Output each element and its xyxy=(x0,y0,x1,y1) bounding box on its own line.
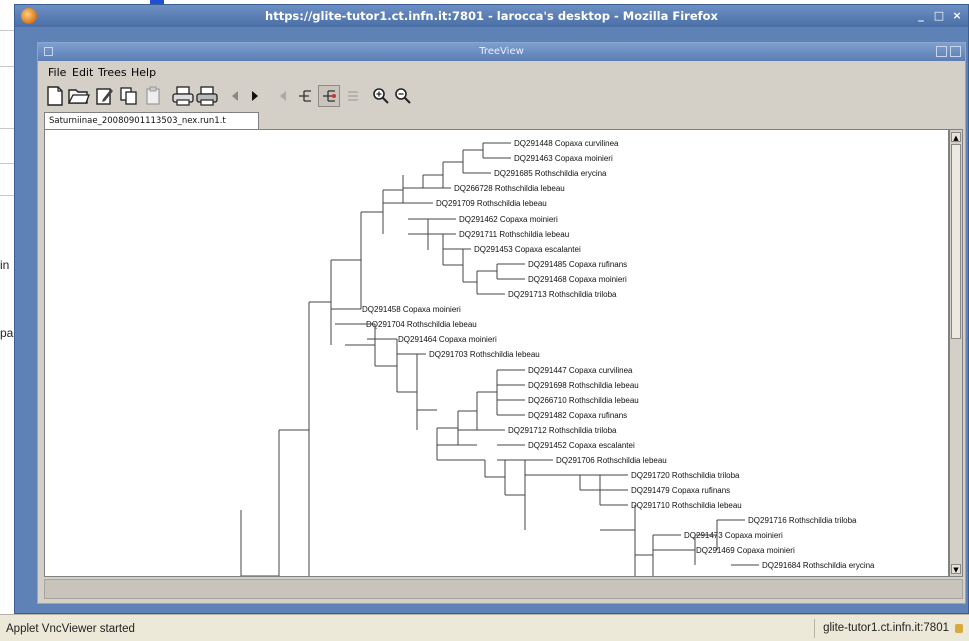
collapse-icon[interactable] xyxy=(294,85,316,107)
taxon-label[interactable]: DQ291709 Rothschildia lebeau xyxy=(436,199,547,208)
taxon-label[interactable]: DQ291685 Rothschildia erycina xyxy=(494,169,607,178)
taxon-label[interactable]: DQ291453 Copaxa escalantei xyxy=(474,245,581,254)
taxon-label[interactable]: DQ291482 Copaxa rufinans xyxy=(528,411,627,420)
background-text-fragment: in xyxy=(0,258,10,272)
copy-icon[interactable] xyxy=(118,85,140,107)
taxon-label[interactable]: DQ291698 Rothschildia lebeau xyxy=(528,381,639,390)
taxon-label[interactable]: DQ291716 Rothschildia triloba xyxy=(748,516,857,525)
edit-icon[interactable] xyxy=(94,85,116,107)
scroll-down-icon[interactable]: ▼ xyxy=(951,564,961,574)
taxon-label[interactable]: DQ291711 Rothschildia lebeau xyxy=(459,230,569,239)
close-button[interactable]: × xyxy=(950,9,964,23)
taxon-label[interactable]: DQ291485 Copaxa rufinans xyxy=(528,260,627,269)
taxon-label[interactable]: DQ291452 Copaxa escalantei xyxy=(528,441,635,450)
taxon-label[interactable]: DQ266728 Rothschildia lebeau xyxy=(454,184,565,193)
taxon-label[interactable]: DQ291684 Rothschildia erycina xyxy=(762,561,875,570)
scrollbar-thumb[interactable] xyxy=(951,144,961,339)
status-bar: Applet VncViewer started glite-tutor1.ct… xyxy=(0,614,969,641)
taxon-label[interactable]: DQ291462 Copaxa moinieri xyxy=(459,215,558,224)
paste-icon[interactable] xyxy=(142,85,164,107)
new-icon[interactable] xyxy=(44,85,66,107)
taxon-label[interactable]: DQ291706 Rothschildia lebeau xyxy=(556,456,667,465)
taxon-label[interactable]: DQ291710 Rothschildia lebeau xyxy=(631,501,742,510)
taxon-label[interactable]: DQ266710 Rothschildia lebeau xyxy=(528,396,639,405)
maximize-button[interactable]: □ xyxy=(932,9,946,23)
treeview-window: TreeView File Edit Trees Help Saturniina… xyxy=(37,42,966,604)
print-icon[interactable] xyxy=(196,85,218,107)
zoom-in-icon[interactable] xyxy=(370,85,392,107)
expand-icon[interactable] xyxy=(318,85,340,107)
back-icon[interactable] xyxy=(224,85,246,107)
taxon-label[interactable]: DQ291469 Copaxa moinieri xyxy=(696,546,795,555)
taxon-label[interactable]: DQ291468 Copaxa moinieri xyxy=(528,275,627,284)
status-host: glite-tutor1.ct.infn.it:7801 xyxy=(814,619,965,638)
menu-file[interactable]: File xyxy=(48,66,66,79)
taxon-label[interactable]: DQ291712 Rothschildia triloba xyxy=(508,426,617,435)
previous-icon[interactable] xyxy=(272,85,294,107)
tree-canvas[interactable]: DQ291448 Copaxa curvilinea DQ291463 Copax… xyxy=(44,129,949,577)
treeview-close-button[interactable] xyxy=(950,46,961,57)
taxon-label[interactable]: DQ291713 Rothschildia triloba xyxy=(508,290,617,299)
phylogenetic-tree: DQ291448 Copaxa curvilinea DQ291463 Copax… xyxy=(240,139,875,576)
treeview-titlebar[interactable]: TreeView xyxy=(38,43,965,61)
taxon-label[interactable]: DQ291447 Copaxa curvilinea xyxy=(528,366,633,375)
list-icon[interactable] xyxy=(342,85,364,107)
taxon-label[interactable]: DQ291479 Copaxa rufinans xyxy=(631,486,730,495)
tree-file-tab[interactable]: Saturniinae_20080901113503_nex.run1.t xyxy=(44,112,259,129)
toolbar xyxy=(38,81,965,111)
bottom-panel xyxy=(44,579,963,599)
firefox-titlebar[interactable]: https://glite-tutor1.ct.infn.it:7801 - l… xyxy=(15,5,968,27)
treeview-maximize-button[interactable] xyxy=(936,46,947,57)
menu-help[interactable]: Help xyxy=(131,66,156,79)
status-text: Applet VncViewer started xyxy=(6,623,135,635)
taxon-label[interactable]: DQ291703 Rothschildia lebeau xyxy=(429,350,540,359)
taxon-label[interactable]: DQ291720 Rothschildia triloba xyxy=(631,471,740,480)
lock-icon xyxy=(955,624,963,633)
taxon-label[interactable]: DQ291704 Rothschildia lebeau xyxy=(366,320,477,329)
firefox-window-title: https://glite-tutor1.ct.infn.it:7801 - l… xyxy=(265,9,718,23)
open-icon[interactable] xyxy=(68,85,90,107)
taxon-label[interactable]: DQ291448 Copaxa curvilinea xyxy=(514,139,619,148)
menu-edit[interactable]: Edit xyxy=(72,66,93,79)
treeview-window-title: TreeView xyxy=(479,46,524,57)
firefox-window: https://glite-tutor1.ct.infn.it:7801 - l… xyxy=(14,4,969,614)
status-host-text: glite-tutor1.ct.infn.it:7801 xyxy=(823,622,949,634)
scroll-up-icon[interactable]: ▲ xyxy=(951,132,961,142)
taxon-label[interactable]: DQ291463 Copaxa moinieri xyxy=(514,154,613,163)
menubar: File Edit Trees Help xyxy=(38,63,965,81)
minimize-button[interactable]: _ xyxy=(914,9,928,23)
print-preview-icon[interactable] xyxy=(172,85,194,107)
vertical-scrollbar[interactable]: ▲ ▼ xyxy=(949,129,963,577)
menu-trees[interactable]: Trees xyxy=(98,66,127,79)
forward-icon[interactable] xyxy=(244,85,266,107)
zoom-out-icon[interactable] xyxy=(392,85,414,107)
taxon-label[interactable]: DQ291464 Copaxa moinieri xyxy=(398,335,497,344)
background-text-fragment: pa xyxy=(0,326,14,340)
taxon-label[interactable]: DQ291458 Copaxa moinieri xyxy=(362,305,461,314)
